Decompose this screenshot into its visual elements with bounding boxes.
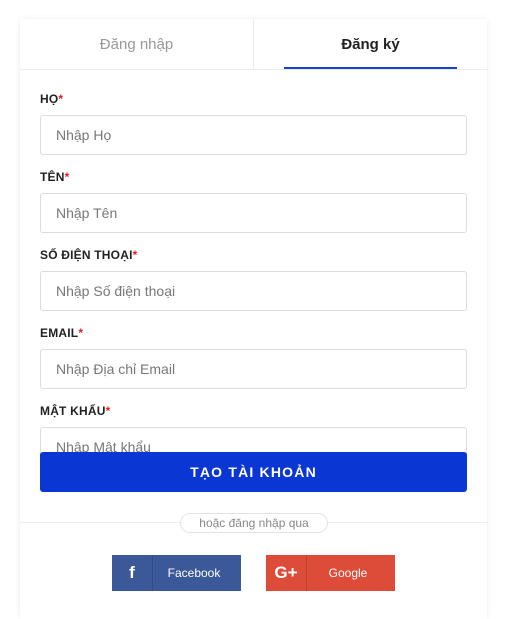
facebook-icon: f — [112, 555, 153, 591]
register-card: Đăng nhập Đăng ký HỌ* TÊN* SỐ ĐIỆN THOẠI… — [20, 19, 487, 619]
required-marker: * — [105, 404, 111, 418]
required-marker: * — [64, 170, 70, 184]
google-label: Google — [328, 566, 368, 580]
tab-login[interactable]: Đăng nhập — [20, 19, 253, 69]
phone-input[interactable] — [40, 271, 467, 311]
tab-register[interactable]: Đăng ký — [253, 19, 487, 69]
first-name-input[interactable] — [40, 193, 467, 233]
required-marker: * — [132, 248, 138, 262]
email-input[interactable] — [40, 349, 467, 389]
facebook-label: Facebook — [167, 566, 221, 580]
create-account-button[interactable]: TẠO TÀI KHOẢN — [40, 452, 467, 492]
required-marker: * — [78, 326, 84, 340]
required-marker: * — [58, 92, 64, 106]
phone-label: SỐ ĐIỆN THOẠI* — [40, 248, 138, 262]
register-form: HỌ* TÊN* SỐ ĐIỆN THOẠI* EMAIL* MẬT KHẨU* — [40, 91, 467, 481]
social-login-caption: hoặc đăng nhập qua — [180, 513, 328, 533]
last-name-label: HỌ* — [40, 92, 64, 106]
first-name-label: TÊN* — [40, 170, 70, 184]
google-login-button[interactable]: G+ Google — [266, 555, 395, 591]
facebook-login-button[interactable]: f Facebook — [112, 555, 241, 591]
google-plus-icon: G+ — [266, 555, 307, 591]
password-label: MẬT KHẨU* — [40, 404, 111, 418]
last-name-input[interactable] — [40, 115, 467, 155]
active-tab-indicator — [284, 67, 457, 69]
auth-tabs: Đăng nhập Đăng ký — [20, 19, 487, 70]
email-label: EMAIL* — [40, 326, 84, 340]
